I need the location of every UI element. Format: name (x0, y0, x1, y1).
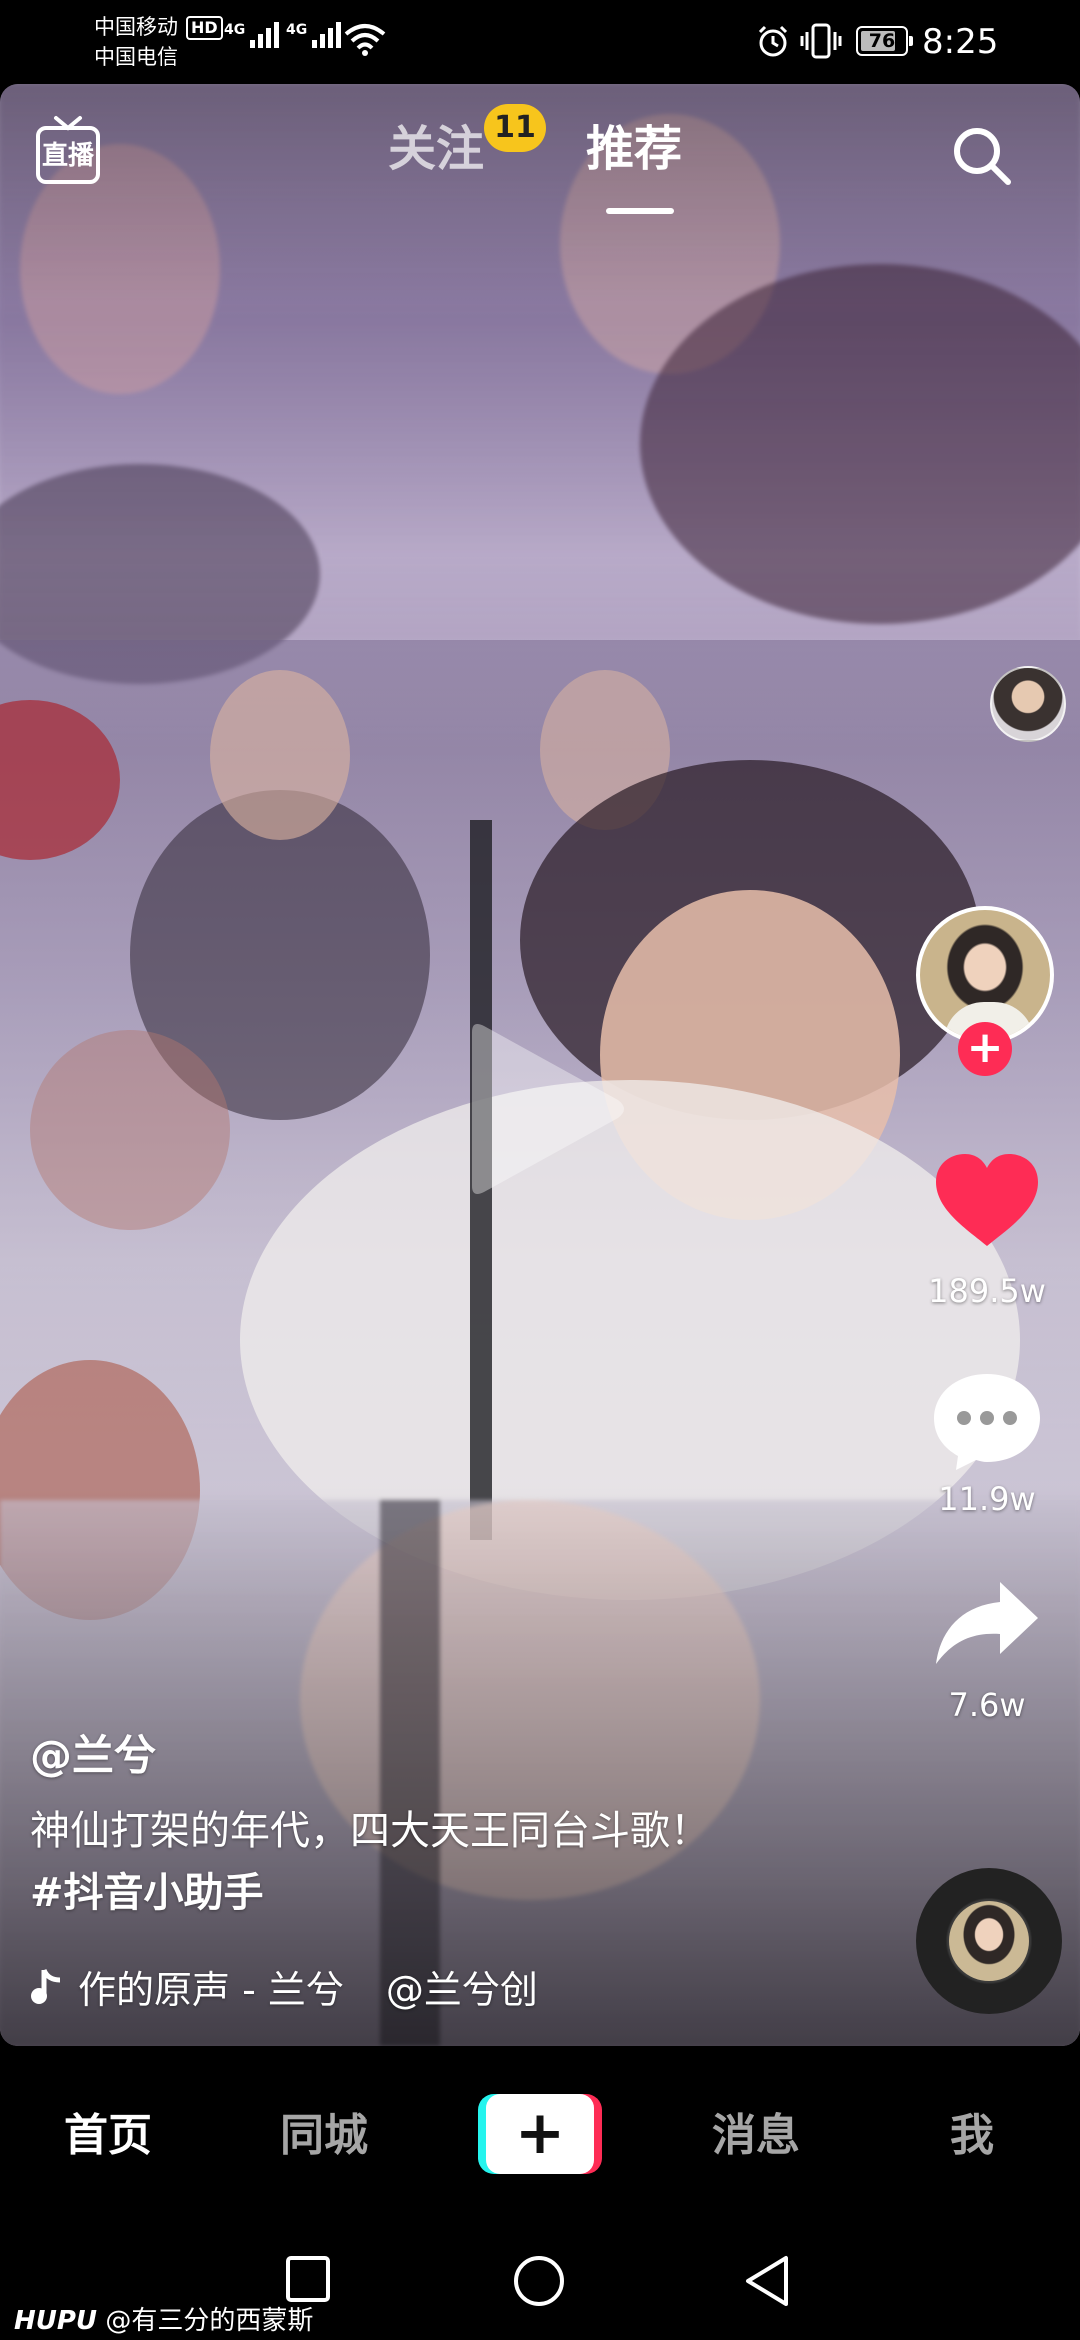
triangle-back-icon[interactable] (742, 2254, 792, 2308)
video-description: 神仙打架的年代，四大天王同台斗歌！ #抖音小助手 (30, 1800, 730, 1924)
music-row[interactable]: 作的原声 - 兰兮 @兰兮创 (30, 1958, 538, 2014)
carrier-2: 中国电信 (94, 45, 178, 69)
video-player[interactable]: 直播 关注 11 推荐 + 189.5w 11.9w 7.6w @兰兮 神仙打架… (0, 84, 1080, 2046)
vibrate-icon (800, 23, 842, 59)
tab-messages[interactable]: 消息 (712, 2106, 800, 2166)
tab-home[interactable]: 首页 (64, 2106, 152, 2166)
square-recents-icon[interactable] (284, 2254, 332, 2304)
circle-home-icon[interactable] (512, 2254, 566, 2308)
clock: 8:25 (922, 22, 999, 62)
signal-2-icon: 4G (286, 22, 342, 48)
live-tv-icon[interactable]: 直播 (34, 112, 102, 188)
active-tab-indicator (606, 208, 674, 214)
description-text: 神仙打架的年代，四大天王同台斗歌！ (30, 1808, 710, 1854)
comment-count: 11.9w (938, 1480, 1036, 1518)
status-bar: 中国移动 中国电信 HD 4G 4G 76 8:25 (0, 0, 1080, 84)
carrier-1: 中国移动 (94, 15, 178, 39)
tab-nearby[interactable]: 同城 (280, 2106, 368, 2166)
bottom-tab-bar: 首页 同城 + 消息 我 (0, 2046, 1080, 2226)
creator-thumbnail[interactable] (990, 666, 1066, 742)
music-credit: @兰兮创 (385, 1967, 538, 2012)
carrier-labels: 中国移动 中国电信 (94, 12, 178, 72)
alarm-icon (758, 25, 788, 57)
live-label: 直播 (42, 141, 95, 171)
wifi-icon (344, 24, 386, 56)
share-count: 7.6w (948, 1686, 1026, 1724)
music-note-icon (31, 1968, 61, 2004)
create-plus: + (486, 2094, 594, 2174)
battery-icon: 76 (856, 26, 913, 56)
signal-1-icon: 4G (224, 22, 280, 48)
music-disc[interactable] (916, 1868, 1062, 2014)
watermark-handle: @有三分的西蒙斯 (105, 2306, 314, 2336)
comment-bubble-icon[interactable] (928, 1368, 1046, 1472)
create-button[interactable]: + (478, 2094, 602, 2174)
tab-me[interactable]: 我 (950, 2106, 994, 2166)
following-count-badge: 11 (484, 104, 546, 152)
search-icon[interactable] (950, 124, 1014, 188)
heart-icon[interactable] (928, 1150, 1046, 1250)
battery-level: 76 (868, 30, 896, 52)
like-count: 189.5w (928, 1272, 1046, 1310)
hashtag-link[interactable]: #抖音小助手 (30, 1870, 264, 1916)
hd-badge: HD (186, 16, 223, 40)
follow-button[interactable]: + (958, 1022, 1012, 1076)
share-arrow-icon[interactable] (928, 1578, 1046, 1668)
play-icon[interactable] (452, 1014, 632, 1204)
tab-following[interactable]: 关注 (388, 114, 484, 184)
watermark-brand: HUPU (14, 2306, 98, 2336)
music-title: 作的原声 - 兰兮 (78, 1967, 344, 2012)
author-handle[interactable]: @兰兮 (30, 1722, 156, 1783)
watermark: HUPU @有三分的西蒙斯 (14, 2300, 313, 2337)
tab-recommended[interactable]: 推荐 (586, 114, 682, 184)
